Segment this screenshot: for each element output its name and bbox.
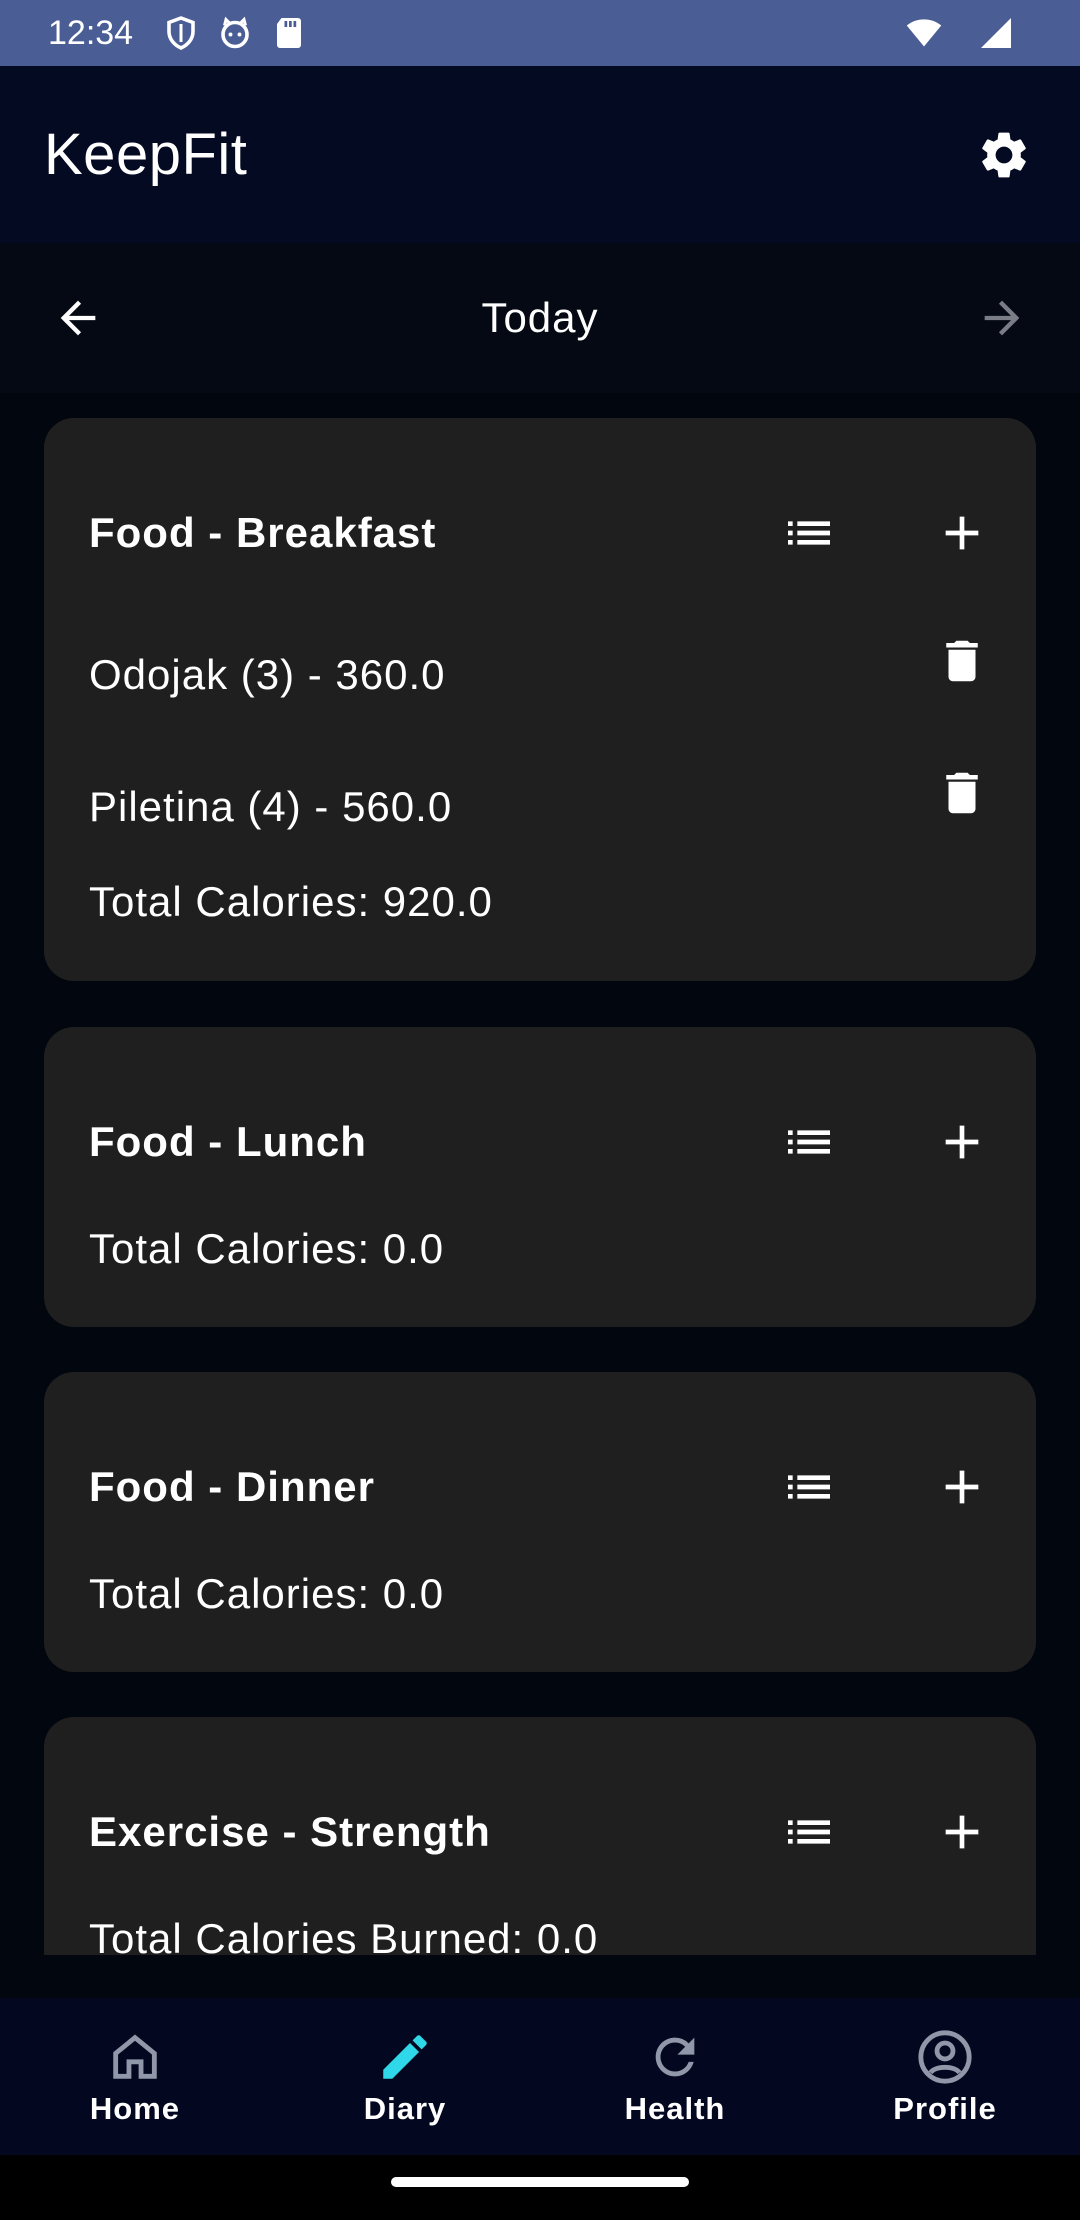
nav-health[interactable]: Health (540, 1998, 810, 2155)
arrow-back-icon (60, 300, 96, 336)
view-list-button[interactable] (769, 1792, 849, 1872)
list-icon (788, 521, 830, 545)
meal-card-lunch: Food - Lunch Total Calories: 0.0 (44, 1027, 1036, 1327)
card-title: Exercise - Strength (89, 1808, 491, 1855)
delete-entry-button[interactable] (922, 621, 1002, 701)
app-bar: KeepFit (0, 66, 1080, 243)
cat-icon (217, 15, 253, 51)
list-item: Odojak (3) - 360.0 (89, 635, 1036, 715)
refresh-icon (645, 2027, 705, 2087)
sd-card-icon (271, 15, 307, 51)
card-title: Food - Lunch (89, 1118, 367, 1165)
add-entry-button[interactable] (922, 1447, 1002, 1527)
status-time: 12:34 (48, 13, 134, 52)
plus-icon (945, 1470, 979, 1504)
list-icon (788, 1820, 830, 1844)
next-day-button[interactable] (972, 288, 1032, 348)
nav-label: Profile (893, 2090, 997, 2126)
card-title: Food - Dinner (89, 1463, 375, 1510)
entry-text: Piletina (4) - 560.0 (89, 783, 453, 830)
date-navigation: Today (0, 243, 1080, 393)
home-indicator[interactable] (391, 2177, 689, 2187)
add-entry-button[interactable] (922, 493, 1002, 573)
wifi-icon (906, 15, 942, 51)
list-icon (788, 1130, 830, 1154)
trash-icon (946, 640, 978, 682)
signal-icon (978, 15, 1014, 51)
nav-label: Health (624, 2090, 726, 2126)
nav-home[interactable]: Home (0, 1998, 270, 2155)
bottom-navigation: Home Diary Health Profile (0, 1998, 1080, 2155)
settings-button[interactable] (972, 123, 1036, 187)
card-header: Exercise - Strength (89, 1792, 1036, 1872)
nav-diary[interactable]: Diary (270, 1998, 540, 2155)
diary-content[interactable]: Food - Breakfast Odojak (3) - 360.0 Pile… (0, 393, 1080, 1955)
card-title: Food - Breakfast (89, 509, 437, 556)
account-icon (915, 2027, 975, 2087)
total-calories: Total Calories: 920.0 (89, 878, 493, 925)
list-icon (788, 1475, 830, 1499)
app-title: KeepFit (44, 122, 248, 187)
add-entry-button[interactable] (922, 1102, 1002, 1182)
total-calories: Total Calories: 0.0 (89, 1225, 445, 1272)
card-header: Food - Lunch (89, 1102, 1036, 1182)
total-calories-burned: Total Calories Burned: 0.0 (89, 1915, 599, 1955)
plus-icon (945, 1815, 979, 1849)
home-icon (105, 2027, 165, 2087)
plus-icon (945, 1125, 979, 1159)
nav-profile[interactable]: Profile (810, 1998, 1080, 2155)
nav-label: Diary (363, 2090, 447, 2126)
view-list-button[interactable] (769, 1447, 849, 1527)
view-list-button[interactable] (769, 493, 849, 573)
nav-label: Home (89, 2090, 181, 2126)
exercise-card-strength: Exercise - Strength Total Calories Burne… (44, 1717, 1036, 1955)
shield-icon (163, 15, 199, 51)
plus-icon (945, 516, 979, 550)
previous-day-button[interactable] (48, 288, 108, 348)
pencil-icon (375, 2027, 435, 2087)
current-date-label: Today (481, 294, 599, 341)
list-item: Piletina (4) - 560.0 (89, 767, 1036, 847)
view-list-button[interactable] (769, 1102, 849, 1182)
trash-icon (946, 772, 978, 814)
add-entry-button[interactable] (922, 1792, 1002, 1872)
entry-text: Odojak (3) - 360.0 (89, 651, 446, 698)
arrow-forward-icon (984, 300, 1020, 336)
gear-icon (982, 132, 1026, 177)
delete-entry-button[interactable] (922, 753, 1002, 833)
status-bar: 12:34 (0, 0, 1080, 66)
card-header: Food - Dinner (89, 1447, 1036, 1527)
meal-card-dinner: Food - Dinner Total Calories: 0.0 (44, 1372, 1036, 1672)
card-header: Food - Breakfast (89, 493, 1036, 573)
meal-card-breakfast: Food - Breakfast Odojak (3) - 360.0 Pile… (44, 418, 1036, 981)
total-calories: Total Calories: 0.0 (89, 1570, 445, 1617)
gesture-bar (0, 2155, 1080, 2220)
